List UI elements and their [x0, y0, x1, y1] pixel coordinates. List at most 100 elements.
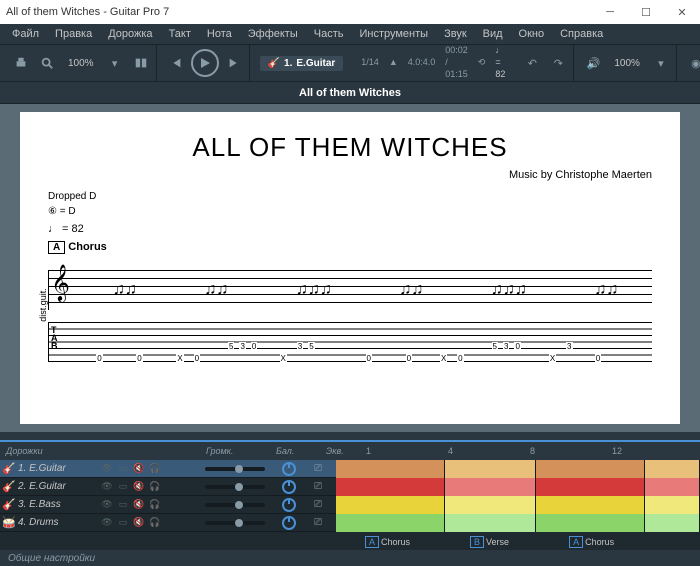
instrument-icon: 🎸 — [0, 480, 18, 493]
mute-icon[interactable]: 🔇 — [132, 480, 146, 494]
bar-position: 1/14 — [361, 57, 379, 69]
track-number: 1. — [284, 58, 292, 69]
balance-knob[interactable] — [282, 462, 296, 476]
balance-knob[interactable] — [282, 516, 296, 530]
instrument-icon: 🎸 — [0, 498, 18, 511]
section-marker[interactable]: A — [365, 536, 379, 548]
menu-bar[interactable]: Такт — [161, 26, 199, 42]
solo-icon[interactable]: 🎧 — [148, 498, 162, 512]
visible-icon[interactable]: 👁 — [100, 498, 114, 512]
volume-level[interactable]: 100% — [608, 56, 646, 71]
next-button[interactable] — [223, 52, 245, 74]
tab-number: 0 — [406, 354, 412, 363]
volume-slider[interactable] — [205, 503, 265, 507]
volume-slider[interactable] — [205, 521, 265, 525]
instrument-icon: 🥁 — [0, 516, 18, 529]
solo-icon[interactable]: 🎧 — [148, 462, 162, 476]
visible-icon[interactable]: 👁 — [100, 516, 114, 530]
eq-button[interactable]: ⎚ — [314, 481, 330, 492]
section-label: Chorus — [585, 537, 614, 547]
menu-view[interactable]: Вид — [475, 26, 511, 42]
prev-button[interactable] — [165, 52, 187, 74]
view-mode-button[interactable] — [130, 52, 152, 74]
section-label: Verse — [486, 537, 509, 547]
play-button[interactable] — [191, 49, 219, 77]
tab-number: X — [176, 354, 183, 363]
menu-effects[interactable]: Эффекты — [240, 26, 306, 42]
active-track-tab[interactable]: 🎸 1. E.Guitar — [260, 56, 344, 71]
visible-icon[interactable]: 👁 — [100, 480, 114, 494]
section-letter: A — [48, 241, 65, 254]
track-row[interactable]: 🥁 4. Drums 👁 ▭ 🔇 🎧 ⎚ — [0, 514, 700, 532]
metronome-icon: ▲ — [389, 57, 398, 69]
mute-icon[interactable]: 🔇 — [132, 516, 146, 530]
playback-info: 1/14 ▲ 4.0:4.0 00:02 / 01:15 ⟲ ♩ = 82 — [353, 45, 513, 80]
toolbar: 100% ▾ 🎸 1. E.Guitar 1/14 ▲ 4.0:4.0 00:0… — [0, 44, 700, 82]
tab-number: 5 — [308, 342, 314, 351]
tab-toggle[interactable]: ▭ — [116, 516, 130, 530]
track-row[interactable]: 🎸 1. E.Guitar 👁 ▭ 🔇 🎧 ⎚ — [0, 460, 700, 478]
tuning-detail: ⑥ = D — [48, 206, 652, 217]
track-name: 1. E.Guitar — [18, 463, 100, 474]
eq-button[interactable]: ⎚ — [314, 463, 330, 474]
menu-file[interactable]: Файл — [4, 26, 47, 42]
eq-button[interactable]: ⎚ — [314, 499, 330, 510]
section-marker[interactable]: B — [470, 536, 484, 548]
minimize-button[interactable]: ─ — [592, 0, 628, 24]
solo-icon[interactable]: 🎧 — [148, 480, 162, 494]
tab-number: 0 — [194, 354, 200, 363]
balance-knob[interactable] — [282, 480, 296, 494]
track-name: E.Guitar — [296, 58, 335, 69]
volume-slider[interactable] — [205, 467, 265, 471]
menu-help[interactable]: Справка — [552, 26, 611, 42]
menu-edit[interactable]: Правка — [47, 26, 100, 42]
zoom-dropdown[interactable]: ▾ — [104, 52, 126, 74]
section-marker[interactable]: A — [569, 536, 583, 548]
track-timeline[interactable] — [336, 478, 700, 495]
volume-dropdown[interactable]: ▾ — [650, 52, 672, 74]
undo-button[interactable]: ↶ — [521, 52, 543, 74]
tab-toggle[interactable]: ▭ — [116, 480, 130, 494]
balance-knob[interactable] — [282, 498, 296, 512]
note-group: ♫♫♫ — [296, 281, 332, 299]
solo-icon[interactable]: 🎧 — [148, 516, 162, 530]
tab-toggle[interactable]: ▭ — [116, 462, 130, 476]
tempo-value: 82 — [495, 69, 505, 79]
menu-section[interactable]: Часть — [306, 26, 352, 42]
menu-sound[interactable]: Звук — [436, 26, 475, 42]
score-area[interactable]: ALL OF THEM WITCHES Music by Christophe … — [0, 104, 700, 432]
track-row[interactable]: 🎸 3. E.Bass 👁 ▭ 🔇 🎧 ⎚ — [0, 496, 700, 514]
note-group: ♫♫ — [399, 281, 423, 299]
menu-window[interactable]: Окно — [511, 26, 553, 42]
tab-toggle[interactable]: ▭ — [116, 498, 130, 512]
maximize-button[interactable]: ☐ — [628, 0, 664, 24]
sections-row: A Chorus B Verse A Chorus — [0, 534, 700, 550]
speaker-icon[interactable]: 🔊 — [582, 52, 604, 74]
track-timeline[interactable] — [336, 514, 700, 531]
print-button[interactable] — [10, 52, 32, 74]
tab-number: 0 — [251, 342, 257, 351]
close-button[interactable]: ✕ — [664, 0, 700, 24]
mute-icon[interactable]: 🔇 — [132, 498, 146, 512]
track-timeline[interactable] — [336, 460, 700, 477]
track-timeline[interactable] — [336, 496, 700, 513]
tab-number: X — [440, 354, 447, 363]
zoom-level[interactable]: 100% — [62, 56, 100, 71]
visible-icon[interactable]: 👁 — [100, 462, 114, 476]
tab-number: 0 — [366, 354, 372, 363]
redo-button[interactable]: ↷ — [547, 52, 569, 74]
menu-tools[interactable]: Инструменты — [351, 26, 436, 42]
notation-staff[interactable]: 𝄞 ♫♫ ♫♫ ♫♫♫ ♫♫ ♫♫♫ ♫♫ — [48, 270, 652, 310]
note-group: ♫♫ — [113, 281, 137, 299]
menu-track[interactable]: Дорожка — [100, 26, 160, 42]
th-eq: Экв. — [320, 446, 360, 456]
tab-staff[interactable]: TAB 0 0 X 0 5 3 0 X 3 5 0 0 X 0 5 — [48, 322, 652, 362]
track-row[interactable]: 🎸 2. E.Guitar 👁 ▭ 🔇 🎧 ⎚ — [0, 478, 700, 496]
tool-tuner[interactable]: ◉ — [685, 52, 700, 74]
menu-note[interactable]: Нота — [199, 26, 240, 42]
mute-icon[interactable]: 🔇 — [132, 462, 146, 476]
search-icon[interactable] — [36, 52, 58, 74]
eq-button[interactable]: ⎚ — [314, 517, 330, 528]
loop-icon[interactable]: ⟲ — [478, 57, 486, 69]
volume-slider[interactable] — [205, 485, 265, 489]
